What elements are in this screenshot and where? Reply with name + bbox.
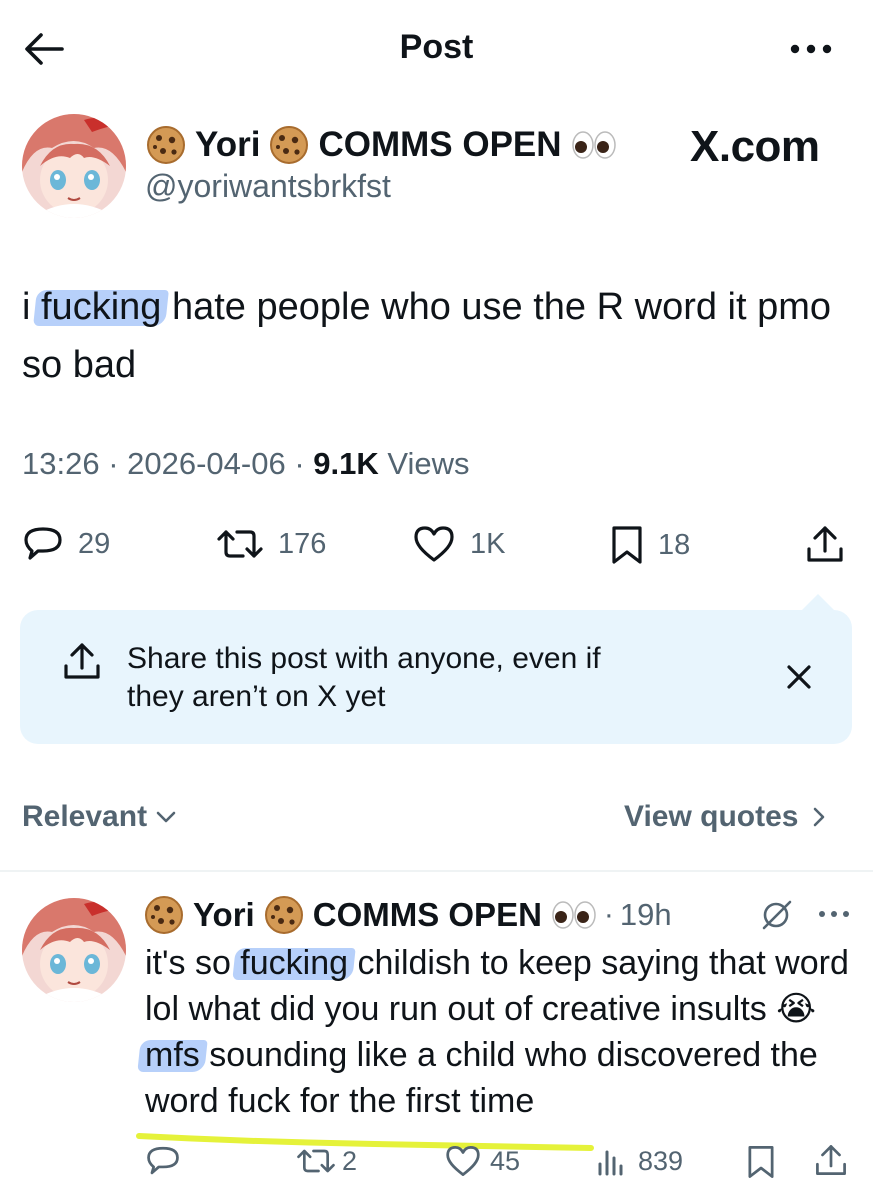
post-text: i fucking hate people who use the R word… <box>22 278 852 394</box>
highlighted-word: mfs <box>145 1036 200 1074</box>
xcom-watermark: X.com <box>690 122 820 171</box>
post-meta: 13:26 · 2026-04-06 · 9.1K Views <box>22 446 470 482</box>
share-button[interactable] <box>805 523 845 565</box>
highlighter-underline <box>135 1128 595 1154</box>
reply-text-part: it's so <box>145 944 241 982</box>
crying-emoji-icon: 😭 <box>776 990 816 1028</box>
reply-author-row[interactable]: Yori COMMS OPEN · 19h <box>140 892 672 938</box>
close-icon <box>787 665 811 689</box>
more-icon <box>790 44 832 54</box>
share-prompt-line: Share this post with anyone, even if <box>127 642 601 675</box>
views-icon <box>598 1150 623 1176</box>
more-icon <box>819 911 849 917</box>
author-name-row[interactable]: Yori COMMS OPEN <box>142 122 616 168</box>
cookie-emoji-icon <box>146 125 186 165</box>
meta-separator: · <box>294 446 314 481</box>
cookie-emoji-icon <box>269 125 309 165</box>
reply-text: it's so fucking childish to keep saying … <box>145 940 865 1124</box>
chevron-right-icon <box>813 807 824 827</box>
grok-button[interactable] <box>760 898 794 932</box>
chevron-down-icon <box>156 811 176 823</box>
repost-count: 176 <box>278 527 327 560</box>
close-share-button[interactable] <box>780 658 818 696</box>
grok-icon <box>762 900 792 930</box>
reply-repost-button[interactable]: 2 <box>296 1144 357 1178</box>
share-prompt-text: Share this post with anyone, even if the… <box>127 640 601 716</box>
avatar[interactable] <box>22 898 126 1002</box>
reply-views-button[interactable]: 839 <box>596 1144 683 1178</box>
cookie-emoji-icon <box>144 895 184 935</box>
cookie-emoji-icon <box>264 895 304 935</box>
reply-icon <box>24 527 62 560</box>
share-card-icon <box>62 640 102 682</box>
page-title: Post <box>399 28 474 66</box>
share-icon <box>64 643 100 679</box>
post-text-part: i <box>22 286 41 328</box>
share-icon <box>816 1145 846 1175</box>
author-name-suffix: COMMS OPEN <box>318 125 562 164</box>
bookmark-icon <box>612 526 642 564</box>
views-count: 9.1K <box>313 446 379 481</box>
eyes-emoji-icon <box>571 130 616 160</box>
author-handle[interactable]: @yoriwantsbrkfst <box>145 168 391 205</box>
reply-bookmark-button[interactable] <box>746 1144 776 1180</box>
repost-icon <box>217 530 263 558</box>
highlighted-word: fucking <box>240 944 349 982</box>
reply-like-button[interactable]: 45 <box>444 1144 520 1178</box>
repost-icon <box>297 1149 335 1173</box>
post-date: 2026-04-06 <box>127 446 286 481</box>
view-quotes-link[interactable]: View quotes <box>624 800 833 834</box>
like-count: 1K <box>470 527 506 560</box>
meta-separator: · <box>108 446 128 481</box>
reply-share-button[interactable] <box>814 1142 848 1178</box>
reply-views-count: 839 <box>638 1145 684 1176</box>
repost-button[interactable]: 176 <box>216 524 326 564</box>
views-label[interactable]: Views <box>387 446 469 481</box>
author-name: Yori <box>195 125 261 164</box>
like-icon <box>414 526 454 562</box>
reply-count: 29 <box>78 527 111 560</box>
eyes-emoji-icon <box>552 900 596 930</box>
bookmark-button[interactable]: 18 <box>610 524 690 566</box>
bookmark-icon <box>748 1146 774 1178</box>
reply-reply-button[interactable] <box>145 1144 181 1178</box>
reply-like-count: 45 <box>490 1145 521 1176</box>
reply-time: 19h <box>619 897 672 932</box>
reply-icon <box>147 1146 179 1175</box>
share-icon <box>807 526 843 562</box>
reply-repost-count: 2 <box>342 1145 358 1176</box>
bookmark-count: 18 <box>658 528 691 561</box>
sort-label: Relevant <box>22 800 148 833</box>
post-time: 13:26 <box>22 446 100 481</box>
reply-author-suffix: COMMS OPEN <box>312 896 542 933</box>
reply-text-part: sounding like a child who discovered the… <box>145 1036 818 1120</box>
like-button[interactable]: 1K <box>412 524 505 564</box>
share-prompt-line: they aren’t on X yet <box>127 680 386 713</box>
view-quotes-label: View quotes <box>624 800 799 833</box>
more-options-button[interactable] <box>786 34 836 64</box>
sort-dropdown[interactable]: Relevant <box>22 800 179 834</box>
like-icon <box>446 1146 480 1176</box>
reply-button[interactable]: 29 <box>22 524 110 564</box>
meta-separator: · <box>603 898 614 931</box>
reply-more-button[interactable] <box>816 904 852 924</box>
divider <box>0 870 873 872</box>
reply-author-name: Yori <box>193 896 255 933</box>
highlighted-word: fucking <box>41 286 162 328</box>
avatar[interactable] <box>22 114 126 218</box>
